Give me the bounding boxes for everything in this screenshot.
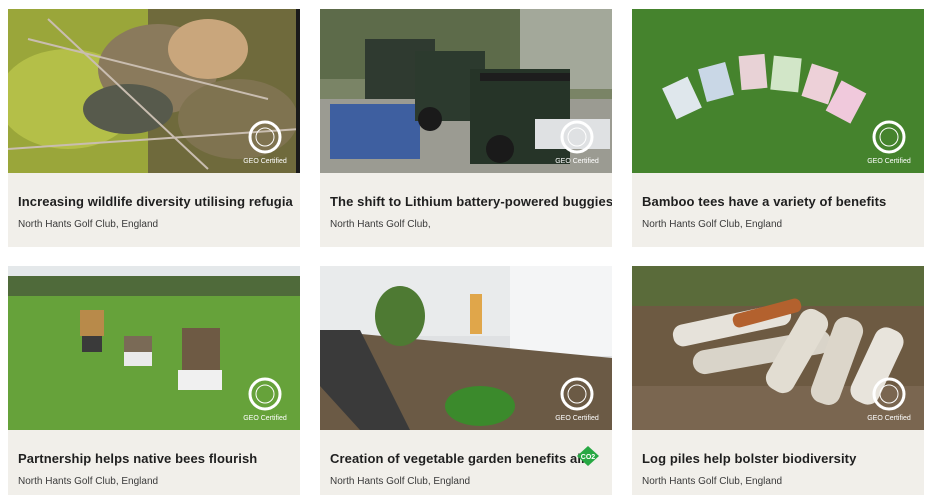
news-card-vegetable-garden[interactable]: GEO Certified Creation of vegetable gard… <box>320 266 612 495</box>
svg-text:GEO Certified: GEO Certified <box>555 415 599 422</box>
card-location: North Hants Golf Club, England <box>18 476 159 487</box>
svg-text:CO2: CO2 <box>581 454 596 461</box>
card-location: North Hants Golf Club, England <box>330 476 471 487</box>
card-title[interactable]: Creation of vegetable garden benefits al… <box>330 451 585 466</box>
card-title[interactable]: Partnership helps native bees flourish <box>18 451 257 466</box>
card-image-bees[interactable]: GEO Certified <box>8 266 300 430</box>
geo-certified-badge: GEO Certified <box>552 117 602 167</box>
card-title[interactable]: Bamboo tees have a variety of benefits <box>642 194 886 209</box>
geo-certified-badge: GEO Certified <box>240 374 290 424</box>
card-location: North Hants Golf Club, England <box>642 219 783 230</box>
svg-text:GEO Certified: GEO Certified <box>243 158 287 165</box>
card-location: North Hants Golf Club, England <box>642 476 783 487</box>
svg-text:GEO Certified: GEO Certified <box>867 158 911 165</box>
card-image-vegetable-garden[interactable]: GEO Certified <box>320 266 612 430</box>
card-image-buggies[interactable]: GEO Certified <box>320 9 612 173</box>
geo-certified-badge: GEO Certified <box>552 374 602 424</box>
card-image-refugia[interactable]: GEO Certified <box>8 9 300 173</box>
card-title[interactable]: Increasing wildlife diversity utilising … <box>18 194 293 209</box>
card-location: North Hants Golf Club, England <box>18 219 159 230</box>
card-title[interactable]: The shift to Lithium battery-powered bug… <box>330 194 612 209</box>
card-image-bamboo-tees[interactable]: GEO Certified <box>632 9 924 173</box>
news-card-refugia[interactable]: GEO Certified Increasing wildlife divers… <box>8 9 300 247</box>
card-title[interactable]: Log piles help bolster biodiversity <box>642 451 856 466</box>
geo-certified-badge: GEO Certified <box>864 117 914 167</box>
news-card-bees[interactable]: GEO Certified Partnership helps native b… <box>8 266 300 495</box>
svg-text:GEO Certified: GEO Certified <box>867 415 911 422</box>
card-location: North Hants Golf Club, <box>330 219 431 230</box>
svg-text:GEO Certified: GEO Certified <box>555 158 599 165</box>
news-card-log-piles[interactable]: GEO Certified Log piles help bolster bio… <box>632 266 924 495</box>
geo-certified-badge: GEO Certified <box>864 374 914 424</box>
co2-icon: CO2 <box>576 445 600 467</box>
news-card-bamboo-tees[interactable]: GEO Certified Bamboo tees have a variety… <box>632 9 924 247</box>
svg-text:GEO Certified: GEO Certified <box>243 415 287 422</box>
card-image-log-piles[interactable]: GEO Certified <box>632 266 924 430</box>
geo-certified-badge: GEO Certified <box>240 117 290 167</box>
news-card-buggies[interactable]: GEO Certified The shift to Lithium batte… <box>320 9 612 247</box>
